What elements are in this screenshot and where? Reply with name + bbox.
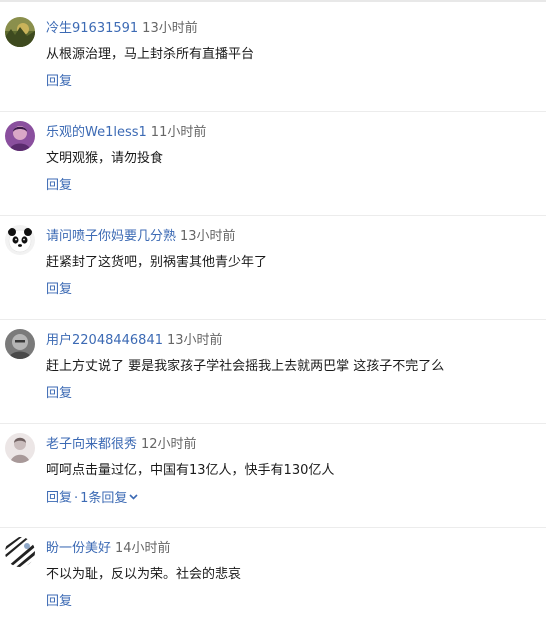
- comment-item: 老子向来都很秀 12小时前 呵呵点击量过亿，中国有13亿人，快手有130亿人 回复…: [0, 424, 546, 528]
- comment-time: 13小时前: [166, 333, 223, 348]
- panda-avatar-icon[interactable]: [5, 225, 35, 255]
- comment-text: 呵呵点击量过亿，中国有13亿人，快手有130亿人: [46, 463, 335, 478]
- comment-username[interactable]: 老子向来都很秀: [46, 437, 137, 452]
- grass-photo-avatar-icon[interactable]: [5, 17, 35, 47]
- chevron-down-icon: [129, 487, 139, 507]
- comment-text: 文明观猴，请勿投食: [46, 151, 164, 166]
- comment-time: 11小时前: [150, 125, 207, 140]
- comment-item: 盼一份美好 14小时前 不以为耻，反以为荣。社会的悲哀 回复: [0, 528, 546, 632]
- comment-time: 13小时前: [142, 21, 198, 36]
- reply-button[interactable]: 回复: [46, 74, 72, 89]
- comment-item: 冷生91631591 13小时前 从根源治理，马上封杀所有直播平台 回复: [0, 8, 546, 112]
- comment-username[interactable]: 请问喷子你妈要几分熟: [46, 229, 176, 244]
- top-divider: [0, 0, 546, 2]
- comment-meta: 盼一份美好 14小时前: [46, 539, 171, 559]
- comment-username[interactable]: 冷生91631591: [46, 21, 138, 36]
- zebra-avatar-icon[interactable]: [5, 537, 35, 567]
- purple-portrait-avatar-icon[interactable]: [5, 121, 35, 151]
- comment-item: 乐观的We1less1 11小时前 文明观猴，请勿投食 回复: [0, 112, 546, 216]
- comment-actions: 回复: [46, 384, 72, 404]
- show-replies-label: 1条回复: [80, 490, 128, 506]
- reply-button[interactable]: 回复: [46, 386, 72, 401]
- reply-button[interactable]: 回复: [46, 594, 72, 609]
- comment-text: 从根源治理，马上封杀所有直播平台: [46, 47, 255, 62]
- comment-meta: 老子向来都很秀 12小时前: [46, 435, 197, 455]
- comment-text: 不以为耻，反以为荣。社会的悲哀: [46, 567, 242, 582]
- comment-text: 赶紧封了这货吧，别祸害其他青少年了: [46, 255, 268, 270]
- comment-username[interactable]: 盼一份美好: [46, 541, 111, 556]
- reply-button[interactable]: 回复: [46, 178, 72, 193]
- comment-item: 用户22048446841 13小时前 赶上方丈说了 要是我家孩子学社会摇我上去就…: [0, 320, 546, 424]
- light-figure-avatar-icon[interactable]: [5, 433, 35, 463]
- comment-actions: 回复: [46, 176, 72, 196]
- comment-username[interactable]: 乐观的We1less1: [46, 125, 147, 140]
- show-replies-button[interactable]: 1条回复: [80, 490, 139, 506]
- comment-actions: 回复: [46, 592, 72, 612]
- action-separator: ·: [74, 490, 79, 506]
- comment-username[interactable]: 用户22048446841: [46, 333, 163, 348]
- comment-meta: 冷生91631591 13小时前: [46, 19, 198, 39]
- comment-meta: 请问喷子你妈要几分熟 13小时前: [46, 227, 236, 247]
- comment-actions: 回复: [46, 72, 72, 92]
- comment-list: 冷生91631591 13小时前 从根源治理，马上封杀所有直播平台 回复 乐观的W…: [0, 8, 546, 632]
- comment-time: 14小时前: [115, 541, 171, 556]
- comment-time: 13小时前: [180, 229, 236, 244]
- comment-actions: 回复 · 1条回复: [46, 488, 139, 508]
- comment-time: 12小时前: [141, 437, 197, 452]
- reply-button[interactable]: 回复: [46, 491, 72, 506]
- gray-face-avatar-icon[interactable]: [5, 329, 35, 359]
- comment-text: 赶上方丈说了 要是我家孩子学社会摇我上去就两巴掌 这孩子不完了么: [46, 359, 445, 374]
- comment-meta: 乐观的We1less1 11小时前: [46, 123, 206, 143]
- reply-button[interactable]: 回复: [46, 282, 72, 297]
- comment-meta: 用户22048446841 13小时前: [46, 331, 223, 351]
- comment-actions: 回复: [46, 280, 72, 300]
- comment-item: 请问喷子你妈要几分熟 13小时前 赶紧封了这货吧，别祸害其他青少年了 回复: [0, 216, 546, 320]
